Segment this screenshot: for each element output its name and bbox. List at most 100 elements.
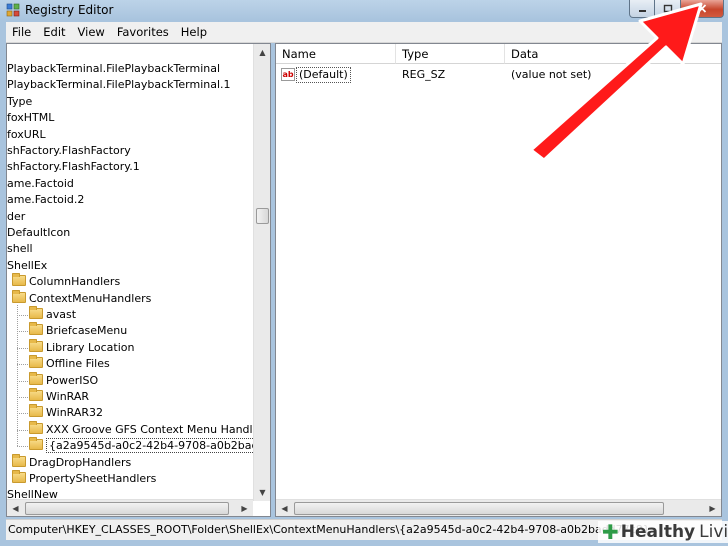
tree-connector-line	[17, 446, 28, 448]
scroll-left-button[interactable]: ◀	[7, 500, 24, 516]
caption-buttons	[629, 0, 724, 18]
tree-item-label: PlaybackTerminal.FilePlaybackTerminal	[7, 62, 221, 75]
value-row[interactable]: ab (Default) REG_SZ (value not set)	[276, 66, 716, 84]
tree-item-label: shell	[7, 242, 33, 256]
tree-item-label: ame.Factoid.2	[7, 193, 85, 207]
tree-item-label: der	[7, 209, 26, 223]
menu-view[interactable]: View	[72, 25, 111, 39]
watermark-healthy: Healthy	[620, 522, 696, 542]
tree-vertical-scrollbar[interactable]: ▲ ▼	[253, 44, 270, 501]
tree-item-label: Type	[7, 94, 33, 108]
scroll-down-button[interactable]: ▼	[254, 484, 270, 501]
tree-item-selected[interactable]: {a2a9545d-a0c2-42b4-9708-a0b2badd77c8}	[29, 437, 270, 454]
tree-item[interactable]: XXX Groove GFS Context Menu Handler XXX	[29, 420, 271, 438]
arrow-left-icon: ◀	[281, 504, 288, 513]
values-horizontal-scrollbar[interactable]: ◀ ▶	[276, 499, 721, 516]
tree-vertical-scroll-thumb[interactable]	[256, 208, 269, 224]
tree-item[interactable]: ShellEx	[7, 258, 47, 274]
minimize-icon	[638, 9, 646, 12]
tree-item[interactable]: shFactory.FlashFactory	[7, 143, 131, 159]
tree-item[interactable]: WinRAR	[29, 388, 90, 405]
tree-horizontal-scrollbar[interactable]: ◀ ▶	[7, 499, 253, 516]
values-horizontal-scroll-thumb[interactable]	[294, 502, 664, 515]
tree-item[interactable]: DefaultIcon	[7, 225, 70, 241]
tree-item-label: ContextMenuHandlers	[29, 291, 152, 305]
tree-item[interactable]: shell	[7, 241, 33, 257]
tree-item-label: PropertySheetHandlers	[29, 472, 157, 485]
tree-item[interactable]: avast	[29, 306, 77, 323]
tree-item[interactable]: WinRAR32	[29, 404, 103, 421]
menu-edit[interactable]: Edit	[37, 25, 71, 39]
tree-item[interactable]: BriefcaseMenu	[29, 322, 128, 339]
minimize-button[interactable]	[629, 0, 655, 18]
tree-item[interactable]: ContextMenuHandlers	[12, 289, 152, 307]
column-header-data[interactable]: Data	[505, 44, 721, 64]
values-scroll-right-button[interactable]: ▶	[704, 500, 721, 516]
tree-item-label: BriefcaseMenu	[46, 324, 128, 338]
menu-file[interactable]: File	[6, 25, 37, 39]
value-type: REG_SZ	[402, 68, 446, 81]
folder-icon	[29, 371, 43, 385]
healthy-living-watermark: ✚ Healthy Living	[598, 520, 728, 544]
tree-connector-line	[17, 413, 28, 415]
tree-item[interactable]: Offline Files	[29, 355, 110, 372]
folder-icon	[29, 338, 43, 352]
folder-icon	[29, 404, 43, 418]
folder-icon	[29, 322, 43, 336]
menu-favorites[interactable]: Favorites	[111, 25, 175, 39]
tree-item[interactable]: shFactory.FlashFactory.1	[7, 159, 140, 175]
tree-item[interactable]: ColumnHandlers	[12, 273, 121, 290]
tree-item[interactable]: foxURL	[7, 127, 46, 143]
tree-connector-line	[17, 380, 28, 382]
window-title: Registry Editor	[25, 3, 114, 17]
tree-item-label: DragDropHandlers	[29, 455, 132, 469]
restore-button[interactable]	[655, 0, 681, 18]
tree-item[interactable]: PropertySheetHandlers	[12, 470, 157, 487]
arrow-down-icon: ▼	[259, 488, 266, 497]
tree-item-label: avast	[46, 308, 77, 321]
tree-connector-line	[17, 304, 18, 447]
tree-item-label: WinRAR	[46, 390, 90, 403]
tree-item[interactable]: der	[7, 209, 25, 225]
tree-horizontal-scroll-thumb[interactable]	[25, 502, 229, 515]
folder-icon	[29, 420, 43, 434]
tree-item-label: {a2a9545d-a0c2-42b4-9708-a0b2badd77c8}	[46, 438, 270, 454]
tree-item[interactable]: foxHTML	[7, 110, 54, 126]
arrow-up-icon: ▲	[259, 48, 266, 57]
menu-help[interactable]: Help	[175, 25, 213, 39]
tree-item[interactable]: Type	[7, 94, 32, 110]
key-tree-pane[interactable]: PlaybackTerminal.FilePlaybackTerminal Pla…	[6, 43, 271, 517]
tree-connector-line	[17, 364, 28, 366]
tree-item-label: shFactory.FlashFactory.1	[7, 160, 140, 174]
folder-icon	[12, 273, 26, 287]
tree-item[interactable]: Library Location	[29, 338, 134, 356]
folder-icon	[29, 355, 43, 369]
tree-connector-line	[17, 397, 28, 398]
tree-item-label: PlaybackTerminal.FilePlaybackTerminal.1	[7, 78, 231, 92]
scroll-right-button[interactable]: ▶	[236, 500, 253, 516]
tree-connector-line	[17, 331, 28, 333]
tree-item-label: XXX Groove GFS Context Menu Handler XXX	[46, 422, 271, 436]
tree-item[interactable]: PlaybackTerminal.FilePlaybackTerminal	[7, 61, 220, 77]
tree-item-label: ColumnHandlers	[29, 275, 121, 289]
close-button[interactable]	[681, 0, 724, 18]
tree-item-label: ame.Factoid	[7, 176, 74, 190]
folder-icon	[12, 470, 26, 483]
tree-item[interactable]: ame.Factoid.2	[7, 192, 84, 208]
tree-item[interactable]: PlaybackTerminal.FilePlaybackTerminal.1	[7, 77, 231, 93]
tree-connector-line	[17, 315, 28, 316]
arrow-right-icon: ▶	[709, 504, 716, 513]
values-pane[interactable]: Name Type Data ab (Default) REG_SZ (valu…	[275, 43, 722, 517]
column-header-type[interactable]: Type	[396, 44, 505, 64]
title-bar[interactable]: Registry Editor	[0, 0, 728, 22]
folder-icon	[12, 289, 26, 303]
scroll-up-button[interactable]: ▲	[254, 44, 270, 61]
arrow-right-icon: ▶	[241, 504, 248, 513]
registry-editor-window: Registry Editor File Edit View Favorites…	[0, 0, 728, 546]
tree-item[interactable]: PowerISO	[29, 371, 98, 389]
tree-item[interactable]: ame.Factoid	[7, 176, 74, 192]
tree-connector-line	[17, 429, 28, 431]
column-header-name[interactable]: Name	[276, 44, 396, 64]
values-scroll-left-button[interactable]: ◀	[276, 500, 293, 516]
tree-item[interactable]: DragDropHandlers	[12, 453, 132, 471]
